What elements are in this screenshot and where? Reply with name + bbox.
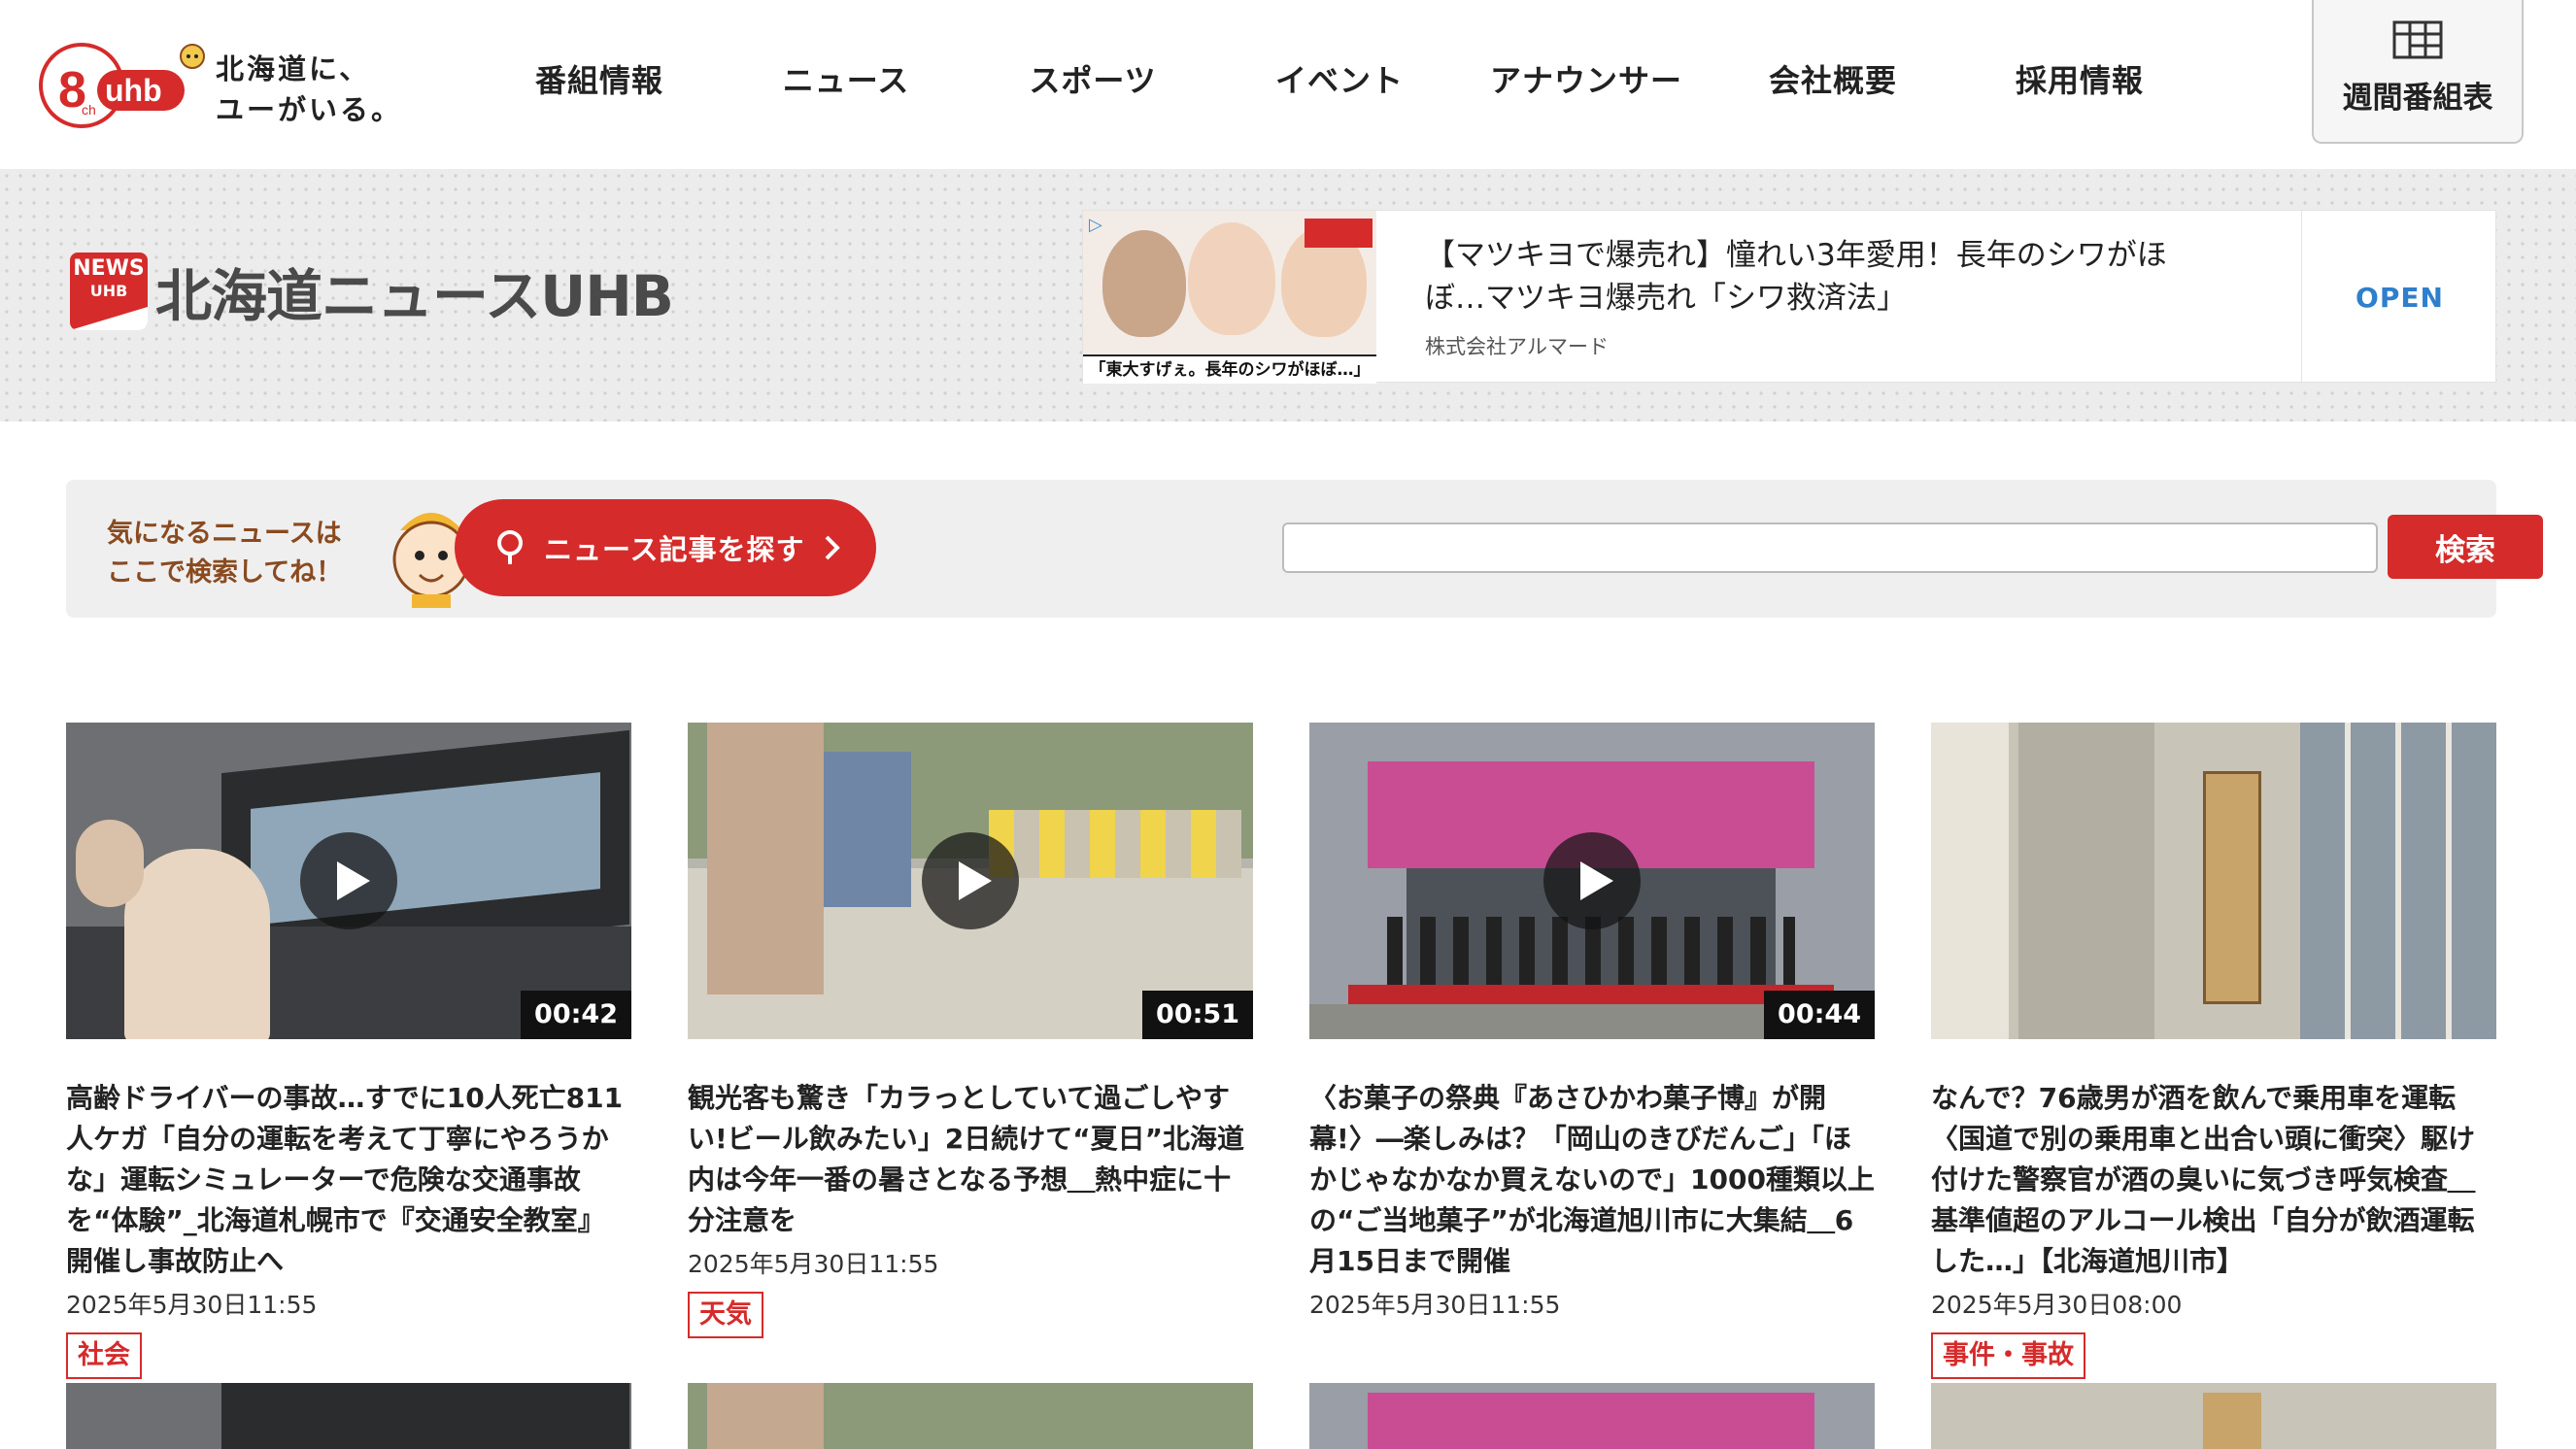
article-title[interactable]: 〈お菓子の祭典『あさひかわ菓子博』が開幕!〉―楽しみは？「岡山のきびだんご」「ほ…: [1309, 1078, 1875, 1282]
person-figure: [124, 849, 270, 1039]
search-articles-label: ニュース記事を探す: [544, 533, 805, 566]
article-thumbnail-next[interactable]: [1309, 1383, 1875, 1449]
children-hats: [989, 810, 1241, 878]
badge-wave: [70, 307, 148, 330]
category-tag[interactable]: 社会: [66, 1332, 142, 1379]
main-nav: 番組情報 ニュース スポーツ イベント アナウンサー 会社概要 採用情報: [476, 0, 2203, 157]
ad-choices-icon[interactable]: ▷: [1089, 215, 1102, 235]
person-legs: [707, 723, 824, 994]
news-banner: NEWS UHB 北海道ニュースUHB ▷ 「東大すげぇ。長年のシワがほぼ…」 …: [0, 169, 2576, 421]
nav-item-news[interactable]: ニュース: [723, 0, 969, 157]
article-date: 2025年5月30日11:55: [1309, 1291, 1561, 1319]
ad-open-button[interactable]: OPEN: [2301, 211, 2497, 384]
article-date: 2025年5月30日11:55: [688, 1250, 939, 1278]
uhb-logo[interactable]: 8 ch uhb: [37, 35, 212, 132]
search-articles-button[interactable]: ニュース記事を探す: [455, 499, 876, 596]
person-legs: [707, 1383, 824, 1449]
tagline-line1: 北海道に、: [216, 52, 371, 85]
article-title[interactable]: なんで？76歳男が酒を飲んで乗用車を運転〈国道で別の乗用車と出合い頭に衝突〉駆け…: [1931, 1078, 2496, 1282]
play-icon[interactable]: [1543, 832, 1641, 929]
child-figure: [824, 752, 911, 907]
article-title[interactable]: 観光客も驚き「カラっとしていて過ごしやすい!ビール飲みたい」2日続けて“夏日”北…: [688, 1078, 1253, 1241]
person-figure-2: [76, 820, 144, 907]
search-hint-line1: 気になるニュースは: [107, 519, 342, 549]
article-thumbnail[interactable]: [1931, 723, 2496, 1039]
nav-item-company[interactable]: 会社概要: [1710, 0, 1956, 157]
ad-image[interactable]: ▷ 「東大すげぇ。長年のシワがほぼ…」: [1083, 211, 1376, 384]
article-card[interactable]: 00:51 観光客も驚き「カラっとしていて過ごしやすい!ビール飲みたい」2日続け…: [688, 723, 1253, 1338]
chevron-right-icon: [825, 535, 840, 560]
simulator-screen: [221, 1383, 629, 1449]
site-header: 8 ch uhb 北海道に、 ユーがいる。 番組情報 ニュース スポーツ イベン…: [0, 0, 2576, 169]
ad-face-1: [1102, 230, 1186, 337]
article-date: 2025年5月30日08:00: [1931, 1291, 2183, 1319]
article-thumbnail[interactable]: 00:44: [1309, 723, 1875, 1039]
article-title[interactable]: 高齢ドライバーの事故…すでに10人死亡811人ケガ「自分の運転を考えて丁寧にやろ…: [66, 1078, 631, 1282]
building-pillar: [1931, 723, 2009, 1039]
schedule-grid-icon: [2392, 20, 2443, 58]
weekly-schedule-label: 週間番組表: [2342, 80, 2493, 116]
ad-image-label: [1305, 219, 1373, 248]
tagline: 北海道に、 ユーがいる。: [216, 49, 402, 130]
event-signboard: [1368, 1393, 1814, 1449]
svg-text:ch: ch: [82, 102, 96, 118]
tagline-line2: ユーがいる。: [216, 93, 403, 126]
category-tag[interactable]: 事件・事故: [1931, 1332, 2085, 1379]
search-hint-line2: ここで検索してね！: [107, 557, 343, 588]
article-date: 2025年5月30日11:55: [66, 1291, 318, 1319]
nav-item-events[interactable]: イベント: [1216, 0, 1463, 157]
article-grid: 00:42 高齢ドライバーの事故…すでに10人死亡811人ケガ「自分の運転を考え…: [66, 723, 2496, 1449]
play-icon[interactable]: [922, 832, 1019, 929]
article-thumbnail-next[interactable]: [1931, 1383, 2496, 1449]
video-duration: 00:44: [1764, 991, 1875, 1039]
badge-subtext: UHB: [89, 282, 128, 300]
ad-sponsor: 株式会社アルマード: [1425, 335, 1609, 358]
police-station-sign: [2203, 1393, 2261, 1449]
article-thumbnail-next[interactable]: [66, 1383, 631, 1449]
article-thumbnail[interactable]: 00:51: [688, 723, 1253, 1039]
article-thumbnail-next[interactable]: [688, 1383, 1253, 1449]
ad-face-2: [1188, 222, 1275, 335]
news-uhb-badge: NEWS UHB: [70, 253, 148, 330]
article-thumbnail[interactable]: 00:42: [66, 723, 631, 1039]
news-search-bar: 気になるニュースは ここで検索してね！ ニュース記事を探す 検索: [66, 480, 2543, 618]
category-tag[interactable]: 天気: [688, 1292, 763, 1338]
nav-item-programs[interactable]: 番組情報: [476, 0, 723, 157]
nav-item-announcers[interactable]: アナウンサー: [1463, 0, 1710, 157]
windows: [2300, 723, 2496, 1039]
video-duration: 00:42: [521, 991, 631, 1039]
svg-text:uhb: uhb: [105, 73, 162, 108]
news-brand[interactable]: NEWS UHB 北海道ニュースUHB: [70, 251, 674, 332]
building-wall: [2018, 723, 2154, 1039]
search-hint: 気になるニュースは ここで検索してね！: [107, 515, 342, 592]
badge-text: NEWS: [73, 256, 145, 281]
search-input[interactable]: [1282, 522, 2378, 573]
search-icon: [497, 530, 523, 564]
nav-item-sports[interactable]: スポーツ: [969, 0, 1216, 157]
play-icon[interactable]: [300, 832, 397, 929]
brand-name: 北海道ニュースUHB: [155, 263, 674, 329]
video-duration: 00:51: [1142, 991, 1253, 1039]
ad-headline[interactable]: 【マツキヨで爆売れ】憧れい3年愛用！長年のシワがほぼ…マツキヨ爆売れ「シワ救済法…: [1425, 234, 2202, 320]
nav-item-recruit[interactable]: 採用情報: [1956, 0, 2203, 157]
police-station-sign: [2203, 771, 2261, 1004]
advertisement[interactable]: ▷ 「東大すげぇ。長年のシワがほぼ…」 【マツキヨで爆売れ】憧れい3年愛用！長年…: [1082, 210, 2497, 384]
article-card[interactable]: 00:44 〈お菓子の祭典『あさひかわ菓子博』が開幕!〉―楽しみは？「岡山のきび…: [1309, 723, 1875, 1321]
article-card[interactable]: なんで？76歳男が酒を飲んで乗用車を運転〈国道で別の乗用車と出合い頭に衝突〉駆け…: [1931, 723, 2496, 1379]
article-card[interactable]: 00:42 高齢ドライバーの事故…すでに10人死亡811人ケガ「自分の運転を考え…: [66, 723, 631, 1379]
weekly-schedule-button[interactable]: 週間番組表: [2312, 0, 2524, 144]
red-carpet: [1348, 985, 1834, 1004]
ad-image-caption: 「東大すげぇ。長年のシワがほぼ…」: [1083, 354, 1376, 384]
search-button[interactable]: 検索: [2388, 515, 2543, 579]
